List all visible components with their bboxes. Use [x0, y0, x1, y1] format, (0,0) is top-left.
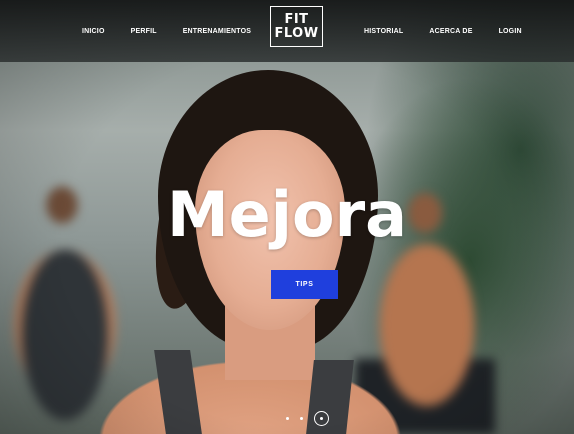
- nav-left-group: INICIO PERFIL ENTRENAMIENTOS: [82, 0, 277, 62]
- tips-button[interactable]: TIPS: [271, 270, 338, 299]
- carousel-dot-3-active[interactable]: [314, 410, 329, 426]
- nav-link-perfil[interactable]: PERFIL: [131, 28, 157, 35]
- top-navigation: INICIO PERFIL ENTRENAMIENTOS FIT FLOW HI…: [0, 0, 574, 62]
- active-dot-center: [320, 416, 323, 420]
- logo-line-2: FLOW: [274, 25, 319, 41]
- nav-link-inicio[interactable]: INICIO: [82, 28, 105, 35]
- nav-link-entrenamientos[interactable]: ENTRENAMIENTOS: [183, 28, 251, 35]
- carousel-indicators: [286, 410, 329, 426]
- nav-link-acerca-de[interactable]: ACERCA DE: [429, 28, 472, 35]
- carousel-dot-1[interactable]: [286, 416, 289, 420]
- carousel-dot-2[interactable]: [300, 416, 303, 420]
- nav-link-historial[interactable]: HISTORIAL: [364, 28, 403, 35]
- site-logo[interactable]: FIT FLOW: [270, 6, 323, 47]
- logo-line-1: FIT: [284, 11, 309, 27]
- nav-right-group: HISTORIAL ACERCA DE LOGIN: [364, 0, 548, 62]
- nav-link-login[interactable]: LOGIN: [499, 28, 522, 35]
- hero-headline: Mejora: [166, 178, 407, 251]
